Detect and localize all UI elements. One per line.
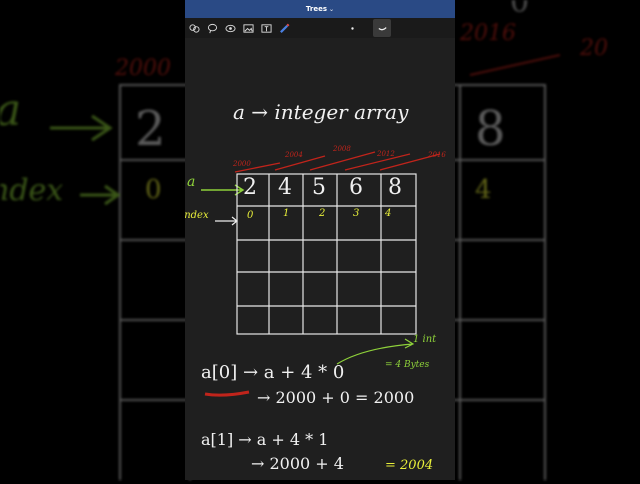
array-value-1: 4 xyxy=(278,175,292,200)
stroke-preview-icon[interactable] xyxy=(373,19,391,37)
window-title: Trees xyxy=(305,5,328,13)
eye-icon[interactable] xyxy=(221,19,239,37)
lasso-icon[interactable] xyxy=(203,19,221,37)
array-value-2: 5 xyxy=(312,175,326,200)
pen-icon[interactable] xyxy=(275,19,293,37)
array-value-0: 2 xyxy=(243,175,257,200)
equation-line-4-left: → 2000 + 4 xyxy=(251,454,344,473)
underline-a0 xyxy=(204,390,250,397)
tool-bar xyxy=(185,18,455,38)
array-index-3: 3 xyxy=(353,208,360,219)
window-titlebar: Trees ⌄ xyxy=(185,0,455,18)
image-icon[interactable] xyxy=(239,19,257,37)
chevron-down-icon[interactable]: ⌄ xyxy=(329,6,334,13)
array-value-4: 8 xyxy=(388,175,402,200)
select-tool-icon[interactable] xyxy=(185,19,203,37)
address-4: 2016 xyxy=(428,151,446,159)
array-index-1: 1 xyxy=(283,208,290,219)
address-1: 2004 xyxy=(285,151,303,159)
array-index-2: 2 xyxy=(319,208,326,219)
color-dot-icon[interactable] xyxy=(343,19,361,37)
equation-line-3: a[1] → a + 4 * 1 xyxy=(201,430,329,449)
text-box-icon[interactable] xyxy=(257,19,275,37)
address-3: 2012 xyxy=(377,150,395,158)
array-value-3: 6 xyxy=(349,175,363,200)
address-0: 2000 xyxy=(233,160,251,168)
equation-line-1: a[0] → a + 4 * 0 xyxy=(201,362,345,383)
note-bytes: = 4 Bytes xyxy=(385,360,430,370)
app-panel: Trees ⌄ a → integer array 2000 2004 2008… xyxy=(185,0,455,480)
array-index-4: 4 xyxy=(385,208,392,219)
equation-line-2: → 2000 + 0 = 2000 xyxy=(257,388,415,407)
address-2: 2008 xyxy=(333,145,351,153)
equation-line-4-result: = 2004 xyxy=(385,458,434,473)
array-index-0: 0 xyxy=(247,210,254,221)
drawing-canvas[interactable]: a → integer array 2000 2004 2008 2012 20… xyxy=(185,38,455,480)
